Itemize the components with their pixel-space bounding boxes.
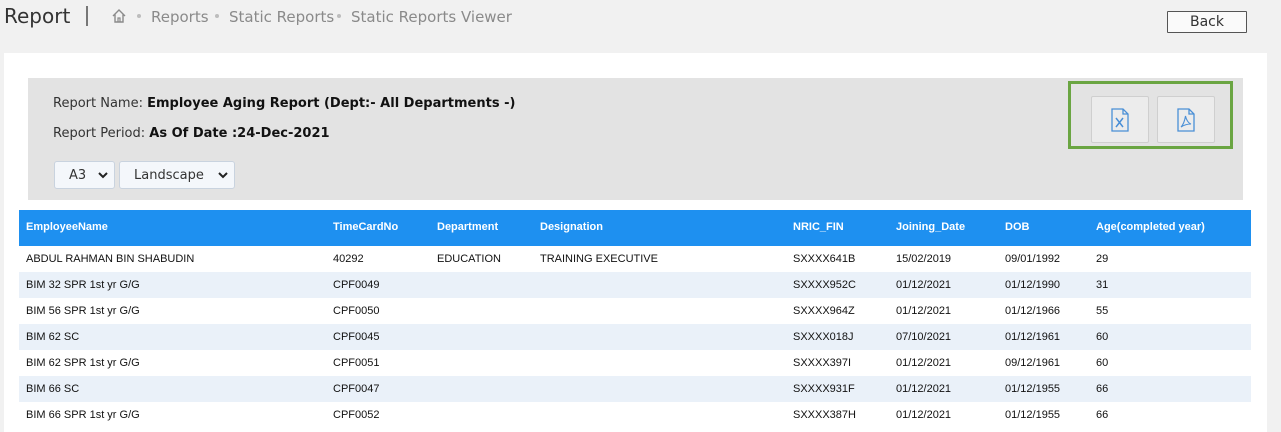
nric-cell: SXXXX641B <box>793 253 856 265</box>
employee-name-cell: BIM 66 SPR 1st yr G/G <box>26 409 140 421</box>
dob-cell: 01/12/1990 <box>1005 279 1061 291</box>
joining-date-cell: 01/12/2021 <box>896 409 952 421</box>
dob-cell: 01/12/1966 <box>1005 305 1061 317</box>
column-header: Age(completed year) <box>1096 221 1205 233</box>
timecard-cell: CPF0051 <box>333 357 380 369</box>
nric-cell: SXXXX952C <box>793 279 856 291</box>
nric-cell: SXXXX964Z <box>793 305 855 317</box>
employee-name-cell: ABDUL RAHMAN BIN SHABUDIN <box>26 253 195 265</box>
report-header-panel: Report Name: Employee Aging Report (Dept… <box>28 78 1243 200</box>
table-row: BIM 62 SPR 1st yr G/G CPF0051 SXXXX397I … <box>19 350 1251 376</box>
table-row: BIM 66 SC CPF0047 SXXXX931F 01/12/2021 0… <box>19 376 1251 402</box>
timecard-cell: CPF0049 <box>333 279 380 291</box>
excel-file-icon <box>1111 107 1129 132</box>
age-cell: 66 <box>1096 383 1109 395</box>
joining-date-cell: 01/12/2021 <box>896 383 952 395</box>
employee-name-cell: BIM 62 SC <box>26 331 80 343</box>
table-header: EmployeeName TimeCardNo Department Desig… <box>19 210 1251 246</box>
report-name-label: Report Name: <box>53 96 143 111</box>
column-header: Department <box>437 221 499 233</box>
column-header: Designation <box>540 221 603 233</box>
age-cell: 55 <box>1096 305 1109 317</box>
employee-name-cell: BIM 32 SPR 1st yr G/G <box>26 279 140 291</box>
joining-date-cell: 15/02/2019 <box>896 253 952 265</box>
back-button[interactable]: Back <box>1167 11 1247 33</box>
chevron-down-icon <box>98 172 108 179</box>
breadcrumb-separator <box>337 14 341 18</box>
employee-name-cell: BIM 62 SPR 1st yr G/G <box>26 357 140 369</box>
page-size-select[interactable]: A3 <box>54 161 115 189</box>
column-header: EmployeeName <box>26 221 108 233</box>
joining-date-cell: 01/12/2021 <box>896 279 952 291</box>
dob-cell: 01/12/1961 <box>1005 331 1061 343</box>
report-period-line: Report Period: As Of Date :24-Dec-2021 <box>53 126 330 141</box>
nric-cell: SXXXX931F <box>793 383 855 395</box>
joining-date-cell: 07/10/2021 <box>896 331 952 343</box>
breadcrumb-static-reports[interactable]: Static Reports <box>229 8 334 26</box>
age-cell: 31 <box>1096 279 1109 291</box>
export-buttons-group <box>1068 81 1233 149</box>
column-header: NRIC_FIN <box>793 221 844 233</box>
pdf-file-icon <box>1177 107 1195 132</box>
joining-date-cell: 01/12/2021 <box>896 357 952 369</box>
table-row: ABDUL RAHMAN BIN SHABUDIN 40292 EDUCATIO… <box>19 246 1251 272</box>
export-pdf-button[interactable] <box>1157 96 1215 143</box>
timecard-cell: CPF0045 <box>333 331 380 343</box>
chevron-down-icon <box>218 172 228 179</box>
table-row: BIM 32 SPR 1st yr G/G CPF0049 SXXXX952C … <box>19 272 1251 298</box>
age-cell: 60 <box>1096 331 1109 343</box>
table-row: BIM 62 SC CPF0045 SXXXX018J 07/10/2021 0… <box>19 324 1251 350</box>
home-icon[interactable] <box>111 8 127 24</box>
table-row: BIM 56 SPR 1st yr G/G CPF0050 SXXXX964Z … <box>19 298 1251 324</box>
nric-cell: SXXXX018J <box>793 331 854 343</box>
timecard-cell: CPF0047 <box>333 383 380 395</box>
column-header: DOB <box>1005 221 1030 233</box>
employee-name-cell: BIM 56 SPR 1st yr G/G <box>26 305 140 317</box>
page-title: Report <box>4 4 71 28</box>
export-excel-button[interactable] <box>1091 96 1149 143</box>
column-header: Joining_Date <box>896 221 966 233</box>
report-period-label: Report Period: <box>53 126 146 141</box>
age-cell: 66 <box>1096 409 1109 421</box>
orientation-value: Landscape <box>134 167 204 183</box>
age-cell: 60 <box>1096 357 1109 369</box>
breadcrumb-reports[interactable]: Reports <box>151 8 209 26</box>
table-row: BIM 66 SPR 1st yr G/G CPF0052 SXXXX387H … <box>19 402 1251 428</box>
dob-cell: 01/12/1955 <box>1005 409 1061 421</box>
breadcrumb-static-reports-viewer: Static Reports Viewer <box>351 8 512 26</box>
timecard-cell: CPF0052 <box>333 409 380 421</box>
top-bar: Report Reports Static Reports Static Rep… <box>0 0 1281 52</box>
department-cell: EDUCATION <box>437 253 501 265</box>
report-table: EmployeeName TimeCardNo Department Desig… <box>19 210 1251 428</box>
orientation-select[interactable]: Landscape <box>119 161 235 189</box>
dob-cell: 09/01/1992 <box>1005 253 1061 265</box>
title-divider <box>86 6 88 26</box>
report-name-line: Report Name: Employee Aging Report (Dept… <box>53 96 515 111</box>
breadcrumb-separator <box>215 14 219 18</box>
employee-name-cell: BIM 66 SC <box>26 383 80 395</box>
nric-cell: SXXXX387H <box>793 409 856 421</box>
age-cell: 29 <box>1096 253 1109 265</box>
timecard-cell: CPF0050 <box>333 305 380 317</box>
report-period-value: As Of Date :24-Dec-2021 <box>149 126 330 141</box>
column-header: TimeCardNo <box>333 221 399 233</box>
page-size-value: A3 <box>69 167 87 183</box>
timecard-cell: 40292 <box>333 253 364 265</box>
designation-cell: TRAINING EXECUTIVE <box>540 253 658 265</box>
report-name-value: Employee Aging Report (Dept:- All Depart… <box>147 96 516 111</box>
nric-cell: SXXXX397I <box>793 357 852 369</box>
joining-date-cell: 01/12/2021 <box>896 305 952 317</box>
dob-cell: 09/12/1961 <box>1005 357 1061 369</box>
report-viewer: Report Name: Employee Aging Report (Dept… <box>4 53 1267 432</box>
breadcrumb-separator <box>137 14 141 18</box>
dob-cell: 01/12/1955 <box>1005 383 1061 395</box>
